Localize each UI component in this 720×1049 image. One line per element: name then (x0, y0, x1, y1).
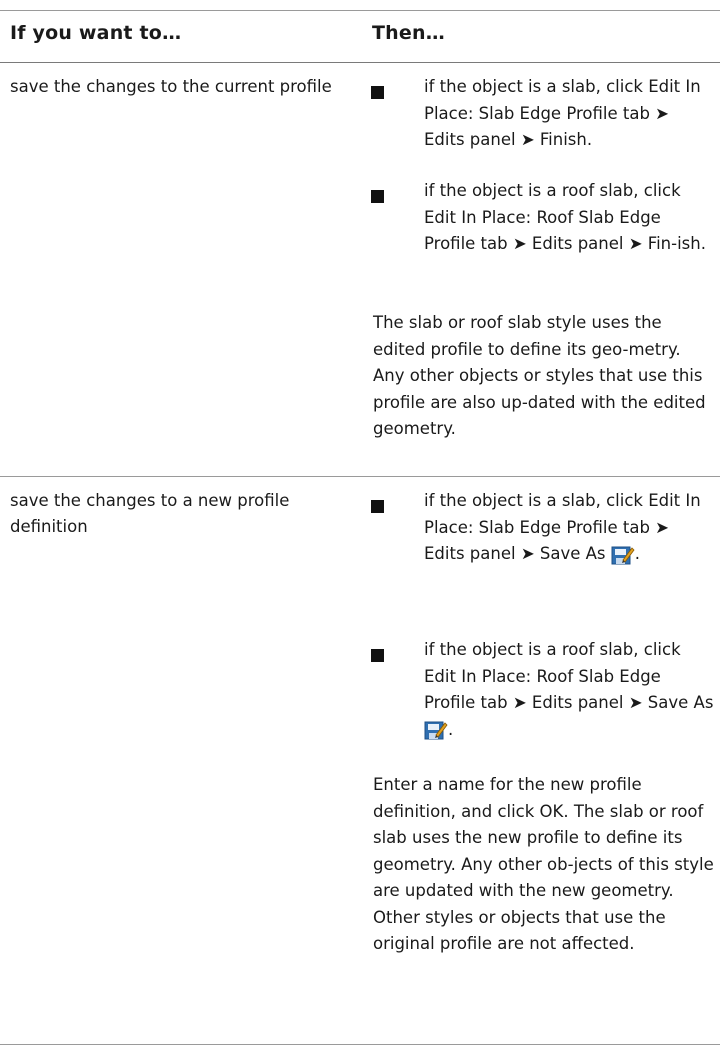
row-1-condition: save the changes to the current profile (10, 77, 332, 96)
step-trailing: . (448, 719, 454, 739)
row-2-condition: save the changes to a new profile defini… (10, 491, 290, 536)
step-trailing: . (634, 544, 641, 563)
table-bottom-rule (0, 1044, 720, 1045)
step-text: if the object is a roof slab, click Edit… (424, 181, 706, 253)
header-rule (0, 62, 720, 63)
save-as-icon (611, 546, 635, 564)
bullet-square-icon (371, 500, 384, 513)
row-divider (0, 476, 720, 477)
bullet-square-icon (371, 649, 384, 662)
step-text: if the object is a roof slab, click Edit… (424, 640, 714, 712)
row-1-note: The slab or roof slab style uses the edi… (373, 313, 706, 438)
row-1-step-2: if the object is a roof slab, click Edit… (424, 178, 714, 258)
save-as-icon (424, 721, 448, 740)
row-2-step-2: if the object is a roof slab, click Edit… (424, 637, 714, 743)
row-2-step-1: if the object is a slab, click Edit In P… (424, 488, 714, 568)
row-1-step-1: if the object is a slab, click Edit In P… (424, 74, 714, 154)
row-2-note: Enter a name for the new profile definit… (373, 775, 714, 953)
step-text: if the object is a slab, click Edit In P… (424, 77, 701, 149)
header-then: Then… (372, 22, 445, 44)
header-when: If you want to… (10, 22, 182, 44)
bullet-square-icon (371, 86, 384, 99)
step-text: if the object is a slab, click Edit In P… (424, 491, 701, 563)
table-top-rule (0, 10, 720, 11)
bullet-square-icon (371, 190, 384, 203)
